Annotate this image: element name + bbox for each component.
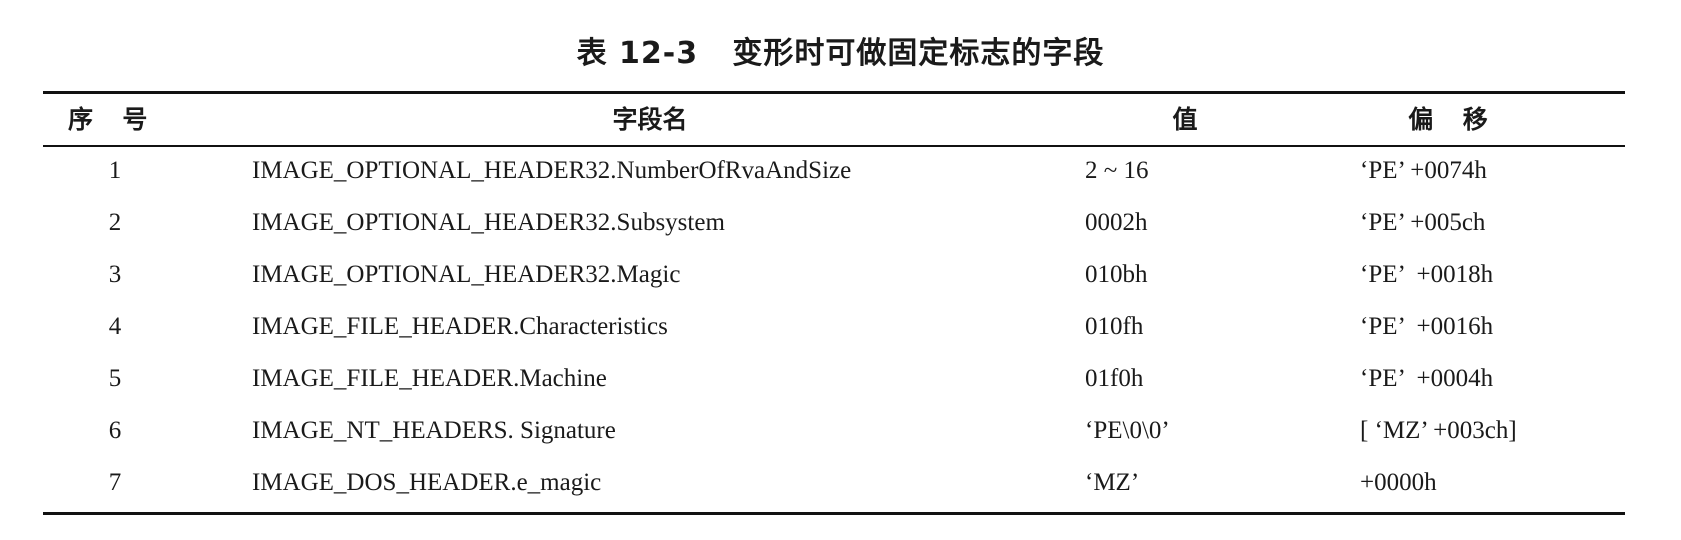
row-index: 7: [108, 469, 122, 496]
row-index: 4: [108, 313, 122, 340]
row-offset: +0000h: [1360, 469, 1437, 496]
table-top-rule: [43, 91, 1625, 94]
row-index: 5: [108, 365, 122, 392]
row-value: ‘PE\0\0’: [1085, 417, 1170, 444]
header-value: 值: [1172, 105, 1198, 134]
table-row: 2 IMAGE_OPTIONAL_HEADER32.Subsystem 0002…: [0, 197, 1681, 249]
row-field-name: IMAGE_FILE_HEADER.Characteristics: [252, 313, 668, 340]
row-offset: ‘PE’ +0004h: [1360, 365, 1494, 392]
row-offset: ‘PE’ +0016h: [1360, 313, 1494, 340]
row-index: 1: [108, 157, 122, 184]
table-bottom-rule: [43, 512, 1625, 515]
header-index: 序 号: [68, 105, 152, 134]
table-row: 1 IMAGE_OPTIONAL_HEADER32.NumberOfRvaAnd…: [0, 145, 1681, 197]
table-row: 4 IMAGE_FILE_HEADER.Characteristics 010f…: [0, 301, 1681, 353]
table-row: 7 IMAGE_DOS_HEADER.e_magic ‘MZ’ +0000h: [0, 457, 1681, 509]
row-field-name: IMAGE_OPTIONAL_HEADER32.NumberOfRvaAndSi…: [252, 157, 852, 184]
row-field-name: IMAGE_FILE_HEADER.Machine: [252, 365, 607, 392]
row-value: 2 ~ 16: [1085, 157, 1149, 184]
row-offset: ‘PE’ +005ch: [1360, 209, 1486, 236]
row-value: 0002h: [1085, 209, 1148, 236]
row-field-name: IMAGE_OPTIONAL_HEADER32.Subsystem: [252, 209, 725, 236]
row-index: 2: [108, 209, 122, 236]
table-row: 6 IMAGE_NT_HEADERS. Signature ‘PE\0\0’ […: [0, 405, 1681, 457]
header-field-name: 字段名: [612, 105, 688, 134]
row-index: 6: [108, 417, 122, 444]
row-value: 010bh: [1085, 261, 1148, 288]
row-field-name: IMAGE_NT_HEADERS. Signature: [252, 417, 616, 444]
row-value: ‘MZ’: [1085, 469, 1140, 496]
row-value: 010fh: [1085, 313, 1144, 340]
table-caption: 表 12-3 变形时可做固定标志的字段: [576, 36, 1105, 71]
row-index: 3: [108, 261, 122, 288]
row-offset: ‘PE’ +0018h: [1360, 261, 1494, 288]
row-offset: ‘PE’ +0074h: [1360, 157, 1487, 184]
row-value: 01f0h: [1085, 365, 1144, 392]
row-offset: [ ‘MZ’ +003ch]: [1360, 417, 1517, 444]
header-offset: 偏 移: [1408, 105, 1492, 134]
row-field-name: IMAGE_OPTIONAL_HEADER32.Magic: [252, 261, 681, 288]
table-row: 5 IMAGE_FILE_HEADER.Machine 01f0h ‘PE’ +…: [0, 353, 1681, 405]
row-field-name: IMAGE_DOS_HEADER.e_magic: [252, 469, 602, 496]
table-row: 3 IMAGE_OPTIONAL_HEADER32.Magic 010bh ‘P…: [0, 249, 1681, 301]
